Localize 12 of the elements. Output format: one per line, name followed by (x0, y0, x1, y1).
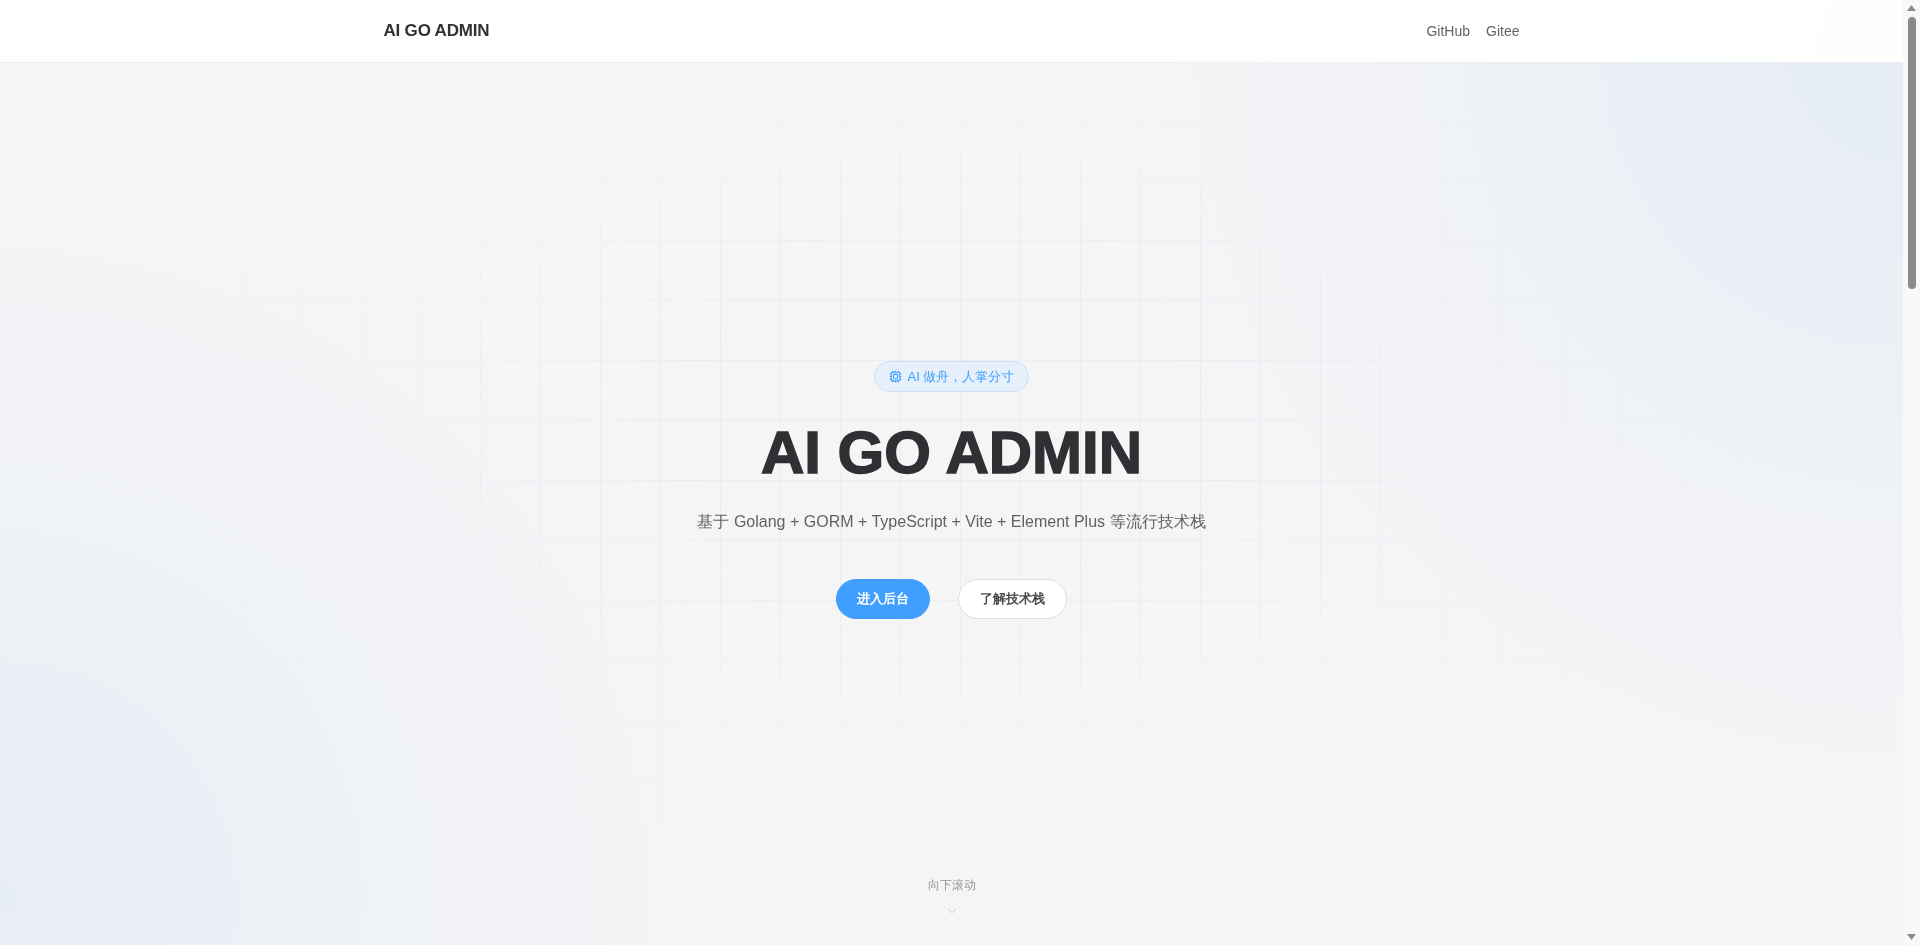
scroll-up-icon[interactable] (1907, 5, 1916, 11)
scroll-down-icon[interactable] (1907, 934, 1916, 940)
nav-link[interactable]: GitHub (1426, 20, 1471, 42)
hero-subtitle: 基于 Golang + GORM + TypeScript + Vite + Element Plus 等流行技术栈 (697, 512, 1206, 532)
scrollbar-thumb[interactable] (1907, 17, 1916, 289)
chip-icon (888, 370, 902, 383)
badge-text: AI 做舟，人掌分寸 (907, 367, 1015, 386)
nav-link[interactable]: Gitee (1486, 20, 1520, 42)
scroll-hint-text: 向下滚动 (927, 877, 976, 893)
logo-text[interactable]: AI GO ADMIN (383, 18, 490, 44)
hero-title: AI GO ADMIN (760, 419, 1143, 487)
tech-stack-button[interactable]: 了解技术栈 (958, 579, 1067, 619)
